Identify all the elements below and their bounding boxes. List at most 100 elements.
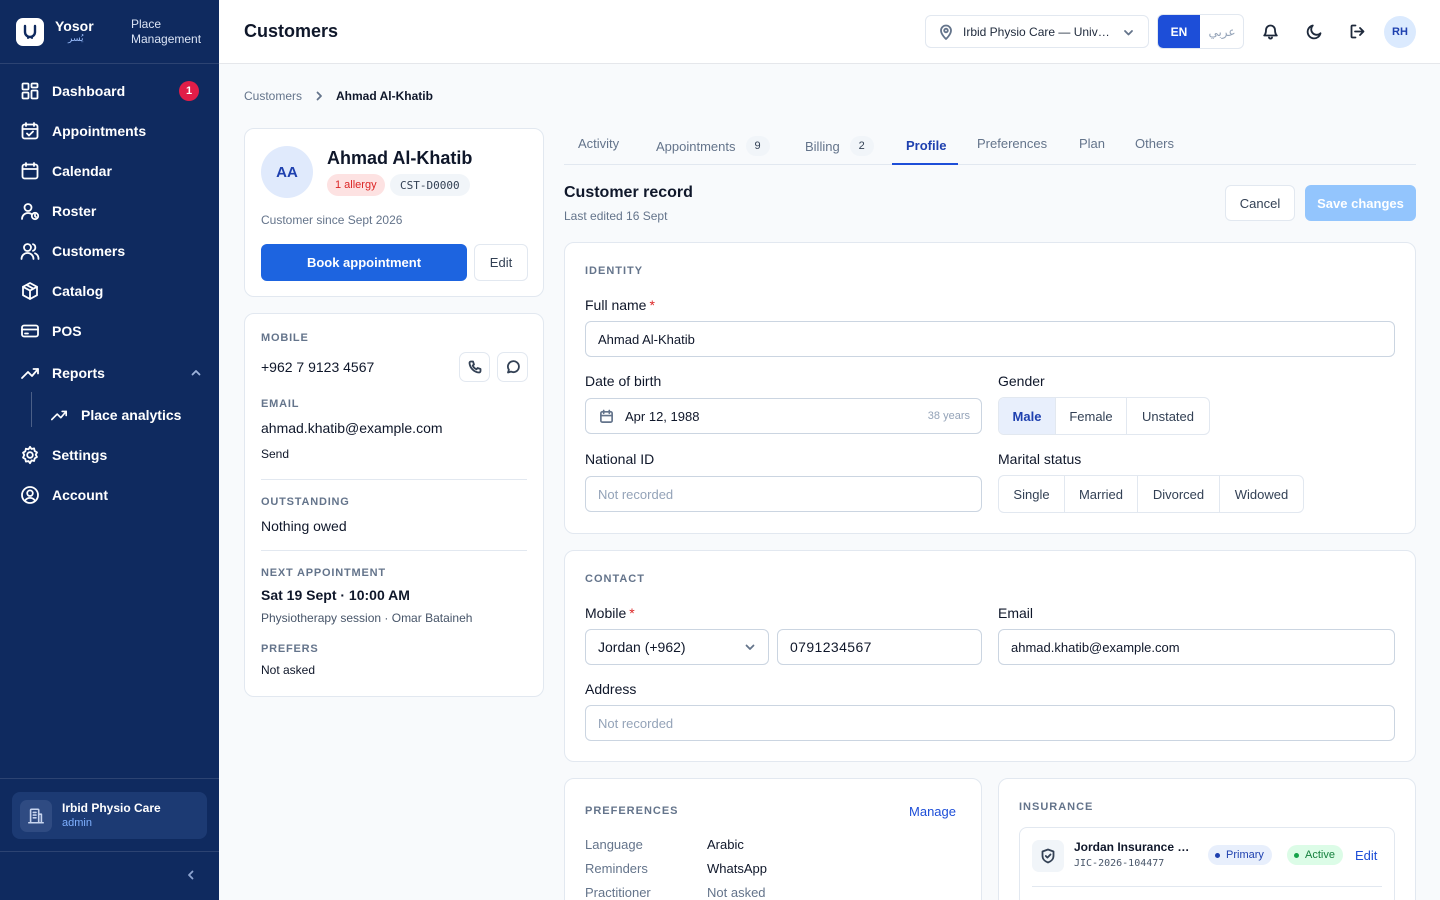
logo-icon[interactable] <box>16 18 44 46</box>
tab-activity[interactable]: Activity <box>578 136 619 151</box>
sidebar-item-settings[interactable]: Settings <box>0 435 219 475</box>
sidebar-item-catalog[interactable]: Catalog <box>0 271 219 311</box>
dob-field[interactable]: Apr 12, 1988 38 years <box>585 398 982 434</box>
status-badge: Active <box>1287 845 1343 865</box>
dob-label: Date of birth <box>585 373 662 389</box>
record-title: Customer record <box>564 184 693 201</box>
message-button[interactable] <box>497 352 528 382</box>
marital-option-single[interactable]: Single <box>999 476 1065 512</box>
sidebar-item-label: Appointments <box>52 123 147 139</box>
cancel-button[interactable]: Cancel <box>1225 185 1295 221</box>
book-appointment-button[interactable]: Book appointment <box>261 244 467 281</box>
workspace-role: admin <box>62 817 92 829</box>
workspace-name: Irbid Physio Care <box>62 801 161 815</box>
tab-count: 2 <box>849 136 874 156</box>
credit-card-icon <box>21 324 39 338</box>
phone-field[interactable]: 0791234567 <box>777 629 982 665</box>
marital-option-widowed[interactable]: Widowed <box>1220 476 1303 512</box>
customer-tabs: Activity Appointments 9 Billing 2 Profile … <box>564 128 1416 165</box>
edit-profile-button[interactable]: Edit <box>474 244 528 281</box>
preference-key: Reminders <box>585 861 648 876</box>
breadcrumb-parent[interactable]: Customers <box>244 89 302 103</box>
sidebar-item-customers[interactable]: Customers <box>0 231 219 271</box>
sidebar-item-account[interactable]: Account <box>0 475 219 515</box>
logout-icon[interactable] <box>1349 23 1366 40</box>
gender-option-unstated[interactable]: Unstated <box>1127 398 1209 434</box>
gender-selector: Male Female Unstated <box>998 397 1210 435</box>
bell-icon[interactable] <box>1262 23 1279 40</box>
tab-billing[interactable]: Billing 2 <box>805 136 874 156</box>
sidebar-item-roster[interactable]: Roster <box>0 191 219 231</box>
sidebar-item-dashboard[interactable]: Dashboard 1 <box>0 71 219 111</box>
contact-panel: CONTACT Mobile * Jordan (+962) 0791234567… <box>564 550 1416 762</box>
marital-status-selector: Single Married Divorced Widowed <box>998 475 1304 513</box>
edit-insurance-link[interactable]: Edit <box>1355 848 1377 863</box>
workspace-switcher: Irbid Physio Care admin <box>0 778 219 852</box>
tab-preferences[interactable]: Preferences <box>977 136 1047 151</box>
address-field[interactable]: Not recorded <box>585 705 1395 741</box>
brand-tagline: Place Management <box>131 17 201 47</box>
users-icon <box>20 243 40 260</box>
national-id-field[interactable]: Not recorded <box>585 476 982 512</box>
tab-others[interactable]: Others <box>1135 136 1174 151</box>
brand-name: Yosor <box>55 18 94 34</box>
country-code-select[interactable]: Jordan (+962) <box>585 629 769 665</box>
sidebar-item-label: Catalog <box>52 283 104 299</box>
gear-icon <box>22 445 38 465</box>
sidebar-item-place-analytics[interactable]: Place analytics <box>0 392 219 435</box>
preference-value: WhatsApp <box>707 861 767 876</box>
send-email-link[interactable]: Send <box>261 447 289 461</box>
chevron-down-icon <box>1124 30 1133 36</box>
marital-option-married[interactable]: Married <box>1065 476 1138 512</box>
tab-appointments[interactable]: Appointments 9 <box>656 136 770 156</box>
status-badge-label: Active <box>1305 849 1335 861</box>
divider <box>261 550 527 551</box>
workspace-card[interactable]: Irbid Physio Care admin <box>12 792 207 839</box>
user-avatar[interactable]: RH <box>1384 16 1416 48</box>
marital-option-divorced[interactable]: Divorced <box>1138 476 1220 512</box>
trending-up-icon <box>50 410 68 421</box>
gender-option-male[interactable]: Male <box>999 398 1056 434</box>
save-changes-button[interactable]: Save changes <box>1305 185 1416 221</box>
call-button[interactable] <box>459 352 490 382</box>
sidebar-item-label: Place analytics <box>81 407 182 423</box>
tab-label: Billing <box>805 138 840 154</box>
full-name-field[interactable]: Ahmad Al-Khatib <box>585 321 1395 357</box>
field-label: Mobile <box>585 605 627 621</box>
insurance-policy-number: JIC-2026-104477 <box>1074 858 1165 869</box>
tab-plan[interactable]: Plan <box>1079 136 1105 151</box>
chevron-up-icon[interactable] <box>190 367 202 379</box>
email-field[interactable]: ahmad.khatib@example.com <box>998 629 1395 665</box>
breadcrumb-current: Ahmad Al-Khatib <box>336 89 433 103</box>
divider <box>1032 886 1382 887</box>
customer-profile-card: AA Ahmad Al-Khatib 1 allergy CST-D0000 C… <box>244 128 544 297</box>
chevron-down-icon <box>745 644 755 650</box>
collapse-sidebar-icon[interactable] <box>184 868 198 882</box>
phone-icon <box>468 360 481 374</box>
language-toggle: EN عربي <box>1157 14 1244 49</box>
section-title: PREFERENCES <box>585 805 679 817</box>
building-icon <box>20 800 52 832</box>
tab-profile[interactable]: Profile <box>906 138 946 153</box>
user-clock-icon <box>21 203 40 221</box>
insurance-panel: INSURANCE Jordan Insurance Company JIC-2… <box>998 778 1416 900</box>
trending-up-icon <box>21 368 39 379</box>
language-en-button[interactable]: EN <box>1158 15 1200 48</box>
sidebar-item-reports[interactable]: Reports <box>0 353 219 393</box>
preference-value: Not asked <box>707 885 766 900</box>
sidebar-item-pos[interactable]: POS <box>0 311 219 351</box>
status-dot <box>1215 852 1220 858</box>
moon-icon[interactable] <box>1306 23 1323 40</box>
dob-value: Apr 12, 1988 <box>625 408 700 424</box>
preference-key: Practitioner <box>585 885 651 900</box>
language-ar-button[interactable]: عربي <box>1200 15 1243 48</box>
gender-option-female[interactable]: Female <box>1056 398 1127 434</box>
sidebar: Yosor يُسر Place Management Dashboard 1 … <box>0 0 219 900</box>
outstanding-label: OUTSTANDING <box>261 496 350 508</box>
sidebar-item-appointments[interactable]: Appointments <box>0 111 219 151</box>
location-select[interactable]: Irbid Physio Care — University Street <box>925 15 1149 48</box>
tab-label: Activity <box>578 136 620 151</box>
manage-preferences-link[interactable]: Manage <box>909 804 956 819</box>
sidebar-item-calendar[interactable]: Calendar <box>0 151 219 191</box>
allergy-badge[interactable]: 1 allergy <box>327 174 385 196</box>
